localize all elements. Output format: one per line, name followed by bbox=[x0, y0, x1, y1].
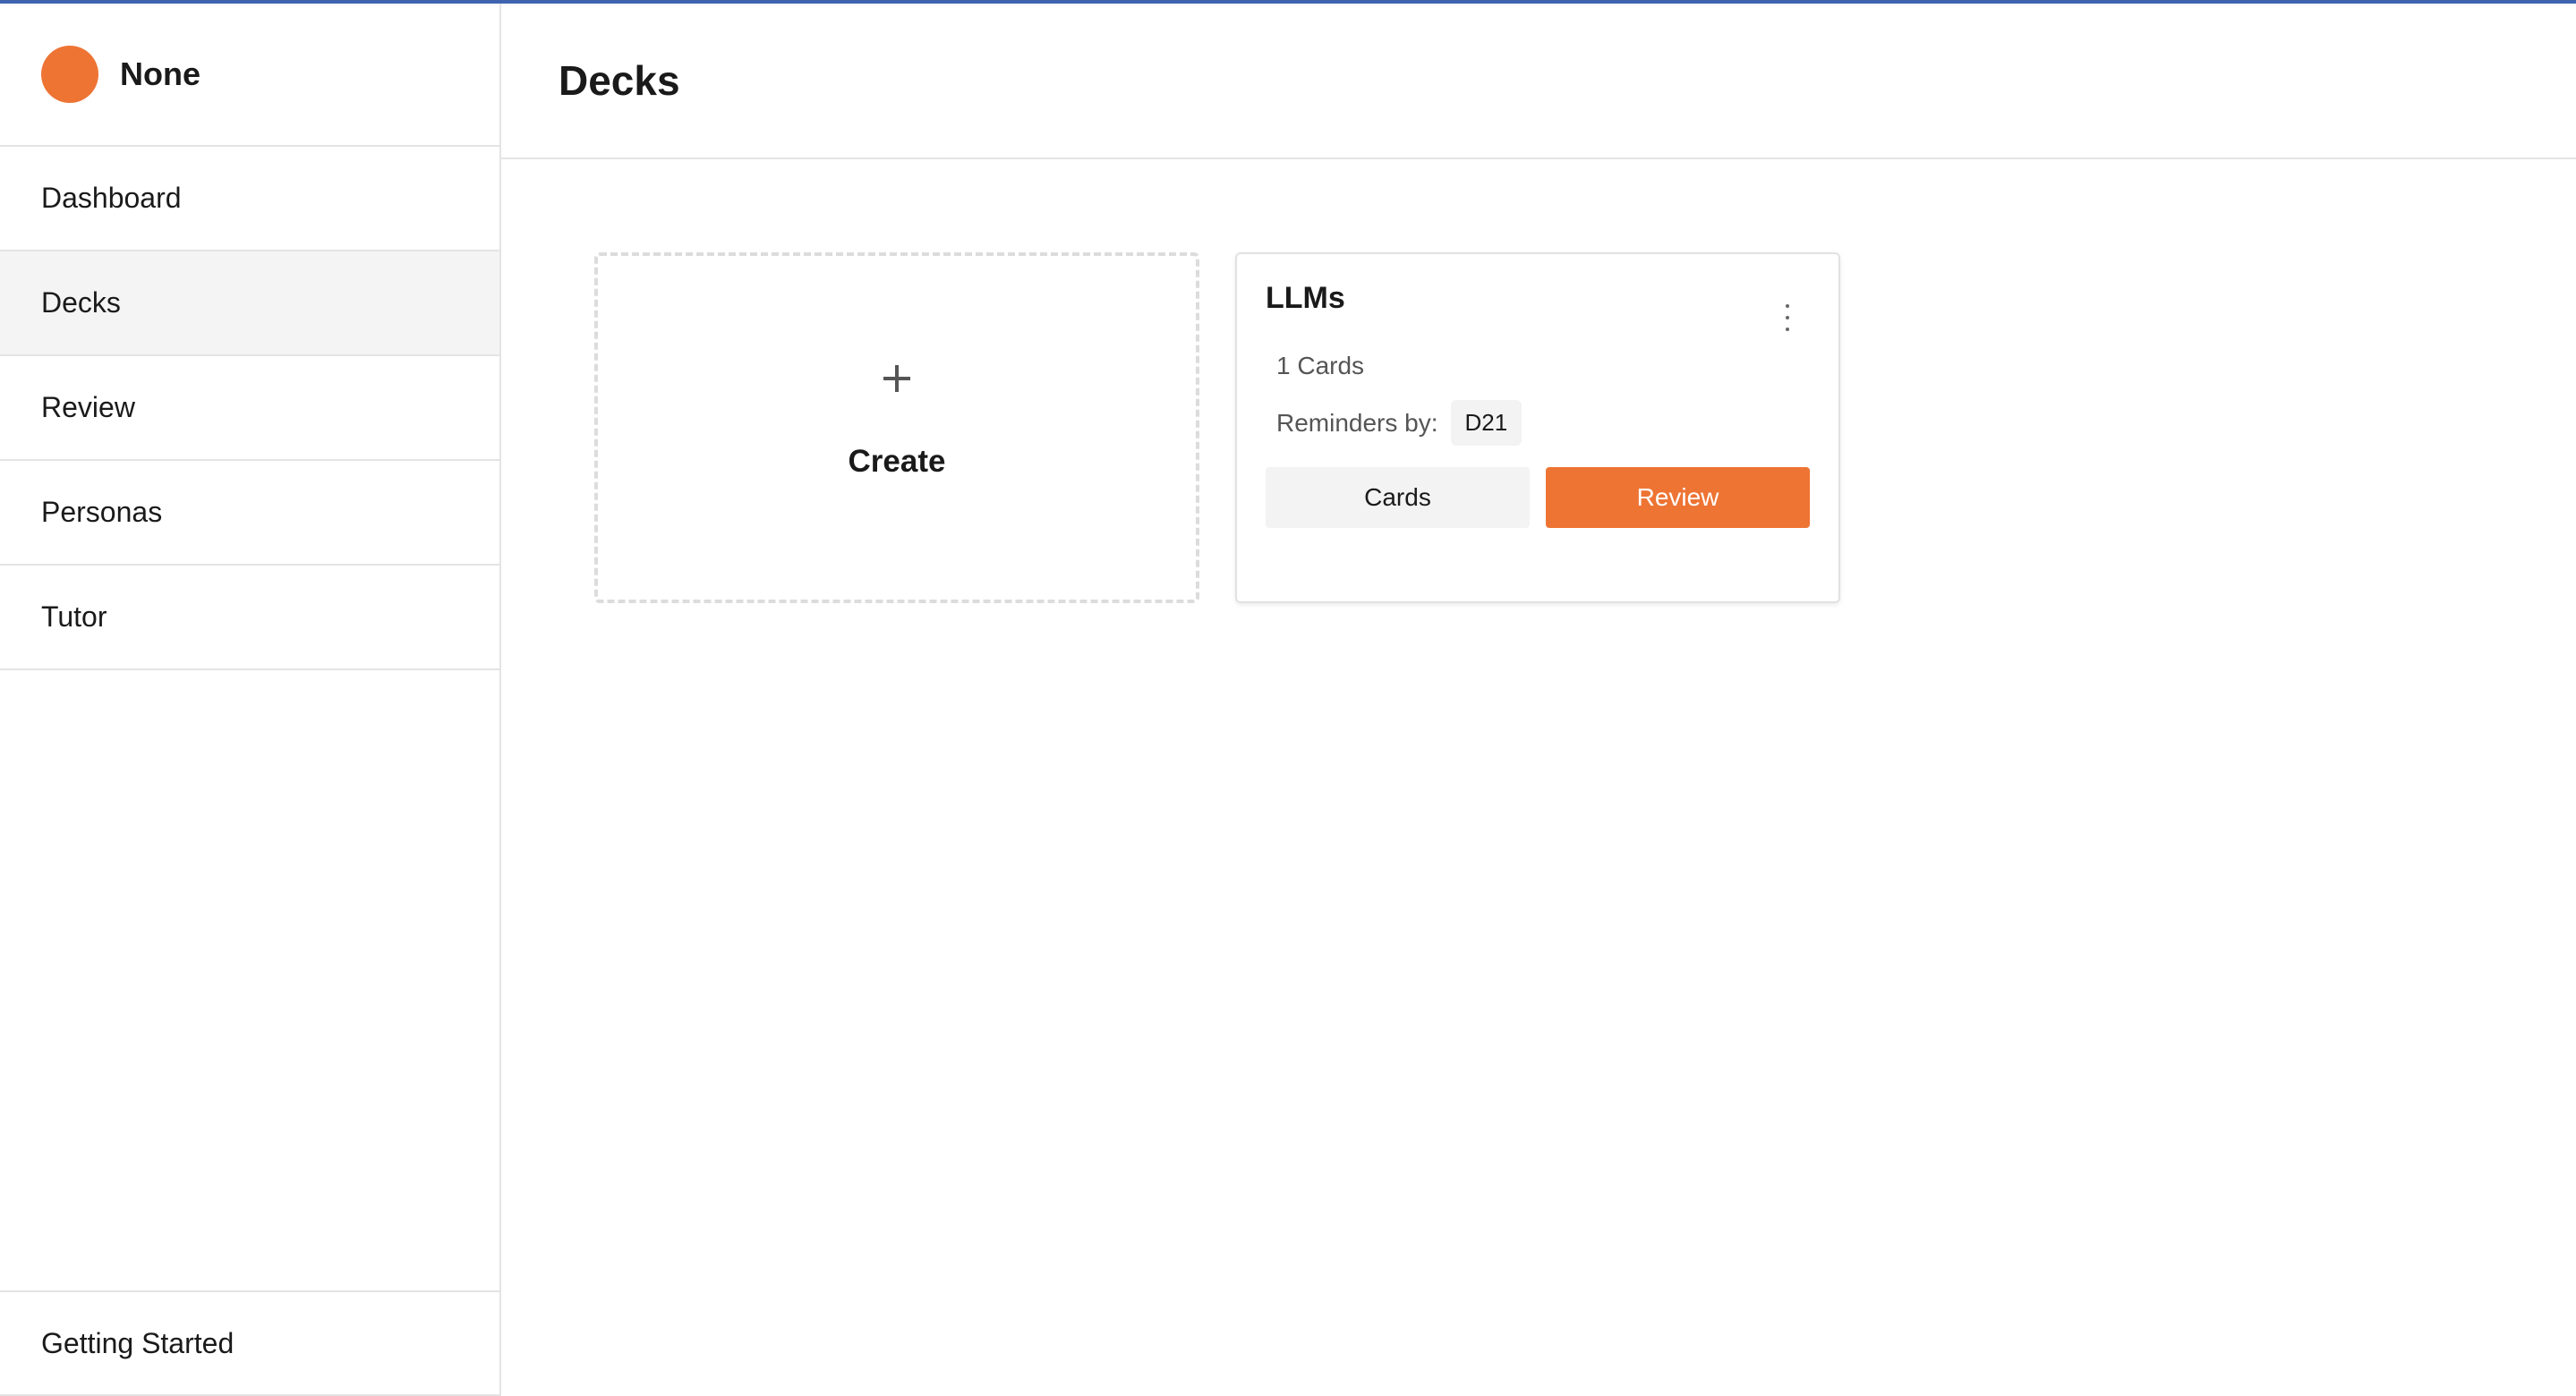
avatar bbox=[41, 46, 98, 103]
app-root: None Dashboard Decks Review Personas Tut… bbox=[0, 4, 2576, 1396]
plus-icon bbox=[883, 365, 910, 392]
page-title: Decks bbox=[559, 57, 680, 104]
create-deck-card[interactable]: Create bbox=[594, 252, 1199, 603]
cards-button[interactable]: Cards bbox=[1266, 467, 1530, 528]
sidebar-item-personas[interactable]: Personas bbox=[0, 461, 499, 566]
sidebar-item-getting-started[interactable]: Getting Started bbox=[0, 1290, 499, 1396]
sidebar-nav: Dashboard Decks Review Personas Tutor bbox=[0, 147, 499, 670]
sidebar-item-tutor[interactable]: Tutor bbox=[0, 566, 499, 670]
brand-name: None bbox=[120, 55, 200, 92]
kebab-menu-icon[interactable] bbox=[1783, 304, 1792, 331]
sidebar: None Dashboard Decks Review Personas Tut… bbox=[0, 4, 501, 1396]
sidebar-item-dashboard[interactable]: Dashboard bbox=[0, 147, 499, 251]
reminders-row: Reminders by: D21 bbox=[1276, 400, 1810, 446]
sidebar-item-decks[interactable]: Decks bbox=[0, 251, 499, 356]
main-header: Decks bbox=[501, 4, 2576, 159]
brand[interactable]: None bbox=[0, 4, 499, 147]
deck-card-count: 1 Cards bbox=[1276, 352, 1365, 379]
sidebar-item-review[interactable]: Review bbox=[0, 356, 499, 461]
deck-card: LLMs 1 Cards Reminders by: D21 Cards Rev… bbox=[1235, 252, 1840, 603]
decks-grid: Create LLMs 1 Cards Reminders by: D21 Ca… bbox=[594, 252, 1840, 603]
reminders-label: Reminders by: bbox=[1276, 408, 1438, 437]
reminder-tag: D21 bbox=[1450, 400, 1523, 446]
review-button[interactable]: Review bbox=[1546, 467, 1810, 528]
deck-title: LLMs bbox=[1266, 281, 1345, 315]
deck-actions: Cards Review bbox=[1266, 467, 1810, 528]
create-label: Create bbox=[848, 444, 946, 479]
main-content: Decks Create LLMs 1 Cards Reminders by: … bbox=[501, 4, 2576, 1396]
